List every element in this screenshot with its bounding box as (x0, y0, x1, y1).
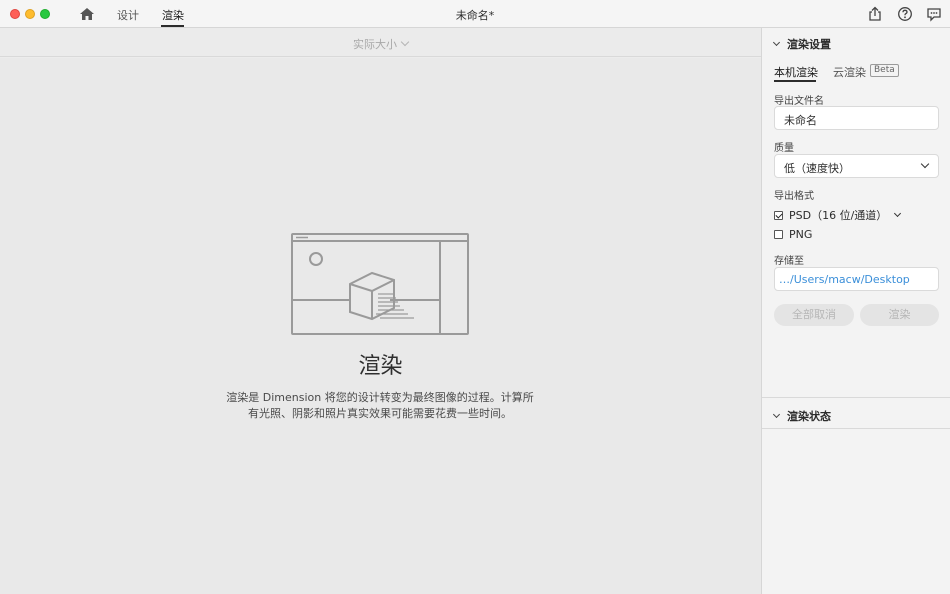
quality-label: 质量 (774, 143, 794, 154)
render-settings-panel: 渲染设置 本机渲染 云渲染 Beta 导出文件名 未命名 质量 低（速度快） 导… (761, 28, 950, 594)
save-location-field[interactable]: …/Users/macw/Desktop (774, 267, 939, 291)
cancel-all-button[interactable]: 全部取消 (774, 304, 854, 326)
render-settings-header[interactable]: 渲染设置 (772, 36, 831, 52)
filename-label: 导出文件名 (774, 96, 824, 107)
format-psd-row[interactable]: PSD（16 位/通道） (774, 207, 902, 223)
render-button[interactable]: 渲染 (860, 304, 939, 326)
section-divider (762, 397, 950, 398)
canvas-toolbar: 实际大小 (0, 28, 761, 57)
share-icon[interactable] (867, 6, 883, 22)
help-icon[interactable] (897, 6, 913, 22)
format-png-row[interactable]: PNG (774, 228, 812, 241)
chevron-down-icon (920, 159, 930, 169)
chat-icon[interactable] (926, 6, 942, 22)
chevron-down-icon (400, 37, 410, 47)
quality-select[interactable]: 低（速度快） (774, 154, 939, 178)
render-status-header[interactable]: 渲染状态 (772, 408, 831, 424)
empty-state-description: 渲染是 Dimension 将您的设计转变为最终图像的过程。计算所有光照、阴影和… (226, 391, 534, 420)
render-settings-title: 渲染设置 (787, 38, 831, 51)
format-label: 导出格式 (774, 191, 814, 202)
tab-cloud-render[interactable]: 云渲染 (833, 64, 866, 80)
beta-badge: Beta (870, 64, 899, 77)
psd-checkbox[interactable] (774, 210, 783, 220)
chevron-down-icon (772, 410, 781, 419)
document-title: 未命名* (455, 9, 495, 22)
chevron-down-icon[interactable] (894, 209, 902, 217)
png-format-label: PNG (789, 228, 813, 241)
quality-value: 低（速度快） (784, 162, 850, 175)
active-tab-indicator (161, 25, 184, 27)
empty-state-title: 渲染 (358, 354, 403, 379)
psd-format-label: PSD（16 位/通道） (789, 209, 888, 222)
active-subtab-indicator (774, 80, 816, 82)
zoom-label: 实际大小 (353, 38, 397, 51)
section-divider (762, 428, 950, 429)
filename-field[interactable]: 未命名 (774, 106, 939, 130)
title-bar: 设计 渲染 未命名* (0, 0, 950, 28)
tab-local-render[interactable]: 本机渲染 (774, 64, 818, 80)
zoom-select[interactable]: 实际大小 (0, 36, 761, 52)
render-canvas: 渲染 渲染是 Dimension 将您的设计转变为最终图像的过程。计算所有光照、… (0, 58, 761, 594)
save-to-label: 存储至 (774, 256, 804, 267)
png-checkbox[interactable] (774, 230, 783, 239)
render-status-title: 渲染状态 (787, 410, 831, 423)
chevron-down-icon (772, 38, 781, 47)
render-illustration-icon (291, 233, 469, 335)
